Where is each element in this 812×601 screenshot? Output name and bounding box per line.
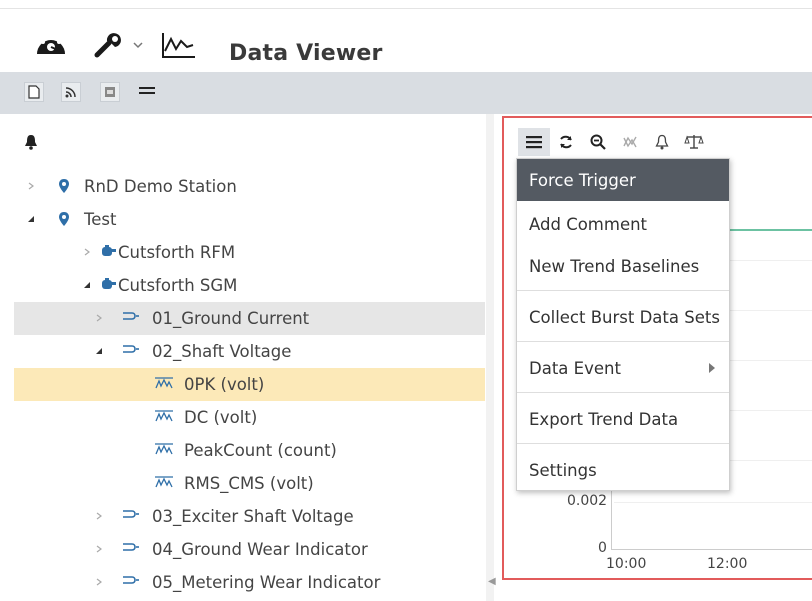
wrench-icon[interactable] <box>93 30 123 60</box>
tree-item-label: 02_Shaft Voltage <box>152 342 292 361</box>
expanded-arrow-icon[interactable] <box>26 214 36 224</box>
submenu-arrow-icon <box>709 363 715 373</box>
menu-item-force-trigger[interactable]: Force Trigger <box>517 159 729 201</box>
menu-item-label: Export Trend Data <box>529 409 679 429</box>
expanded-arrow-icon[interactable] <box>94 346 104 356</box>
collapsed-arrow-icon[interactable] <box>94 577 104 587</box>
menu-item-collect-burst-data-sets[interactable]: Collect Burst Data Sets <box>517 296 729 338</box>
tree-item[interactable]: Cutsforth SGM <box>14 269 485 302</box>
tree-item-label: Test <box>84 210 117 229</box>
channel-icon <box>122 574 140 586</box>
bell-icon[interactable] <box>24 134 38 154</box>
rss-feed-icon[interactable] <box>61 82 81 102</box>
menu-item-data-event[interactable]: Data Event <box>517 347 729 389</box>
zoom-out-icon[interactable] <box>582 128 614 156</box>
device-icon <box>100 244 118 258</box>
location-pin-icon <box>58 178 70 194</box>
tree-item[interactable]: 05_Metering Wear Indicator <box>14 566 485 599</box>
tree-item-label: 03_Exciter Shaft Voltage <box>152 507 354 526</box>
tree-item-label: 0PK (volt) <box>184 375 265 394</box>
scroll-left-arrow[interactable]: ◀ <box>488 576 496 587</box>
collapsed-arrow-icon[interactable] <box>94 313 104 323</box>
tree-item-label: DC (volt) <box>184 408 258 427</box>
tree-item-label: 01_Ground Current <box>152 309 310 328</box>
page-title: Data Viewer <box>229 41 383 66</box>
tree-item-label: PeakCount (count) <box>184 441 337 460</box>
channel-icon <box>122 310 140 322</box>
tree-item[interactable]: RMS_CMS (volt) <box>14 467 485 500</box>
chart-context-menu: Force Trigger Add Comment New Trend Base… <box>516 158 730 491</box>
measurement-icon <box>154 475 174 489</box>
expanded-arrow-icon[interactable] <box>82 280 92 290</box>
menu-separator <box>517 290 729 291</box>
menu-item-label: New Trend Baselines <box>529 256 700 276</box>
panel-icon[interactable] <box>100 82 120 102</box>
channel-icon <box>122 541 140 553</box>
trend-series-line <box>730 229 812 231</box>
menu-item-label: Collect Burst Data Sets <box>529 307 720 327</box>
menu-item-label: Data Event <box>529 358 621 378</box>
tree-item[interactable]: 01_Ground Current <box>14 302 485 335</box>
tree-item-label: Cutsforth RFM <box>118 243 236 262</box>
chart-x-axis <box>611 549 812 550</box>
measurement-icon <box>154 442 174 456</box>
scale-icon[interactable] <box>678 128 710 156</box>
tree-item[interactable]: 03_Exciter Shaft Voltage <box>14 500 485 533</box>
tree-item[interactable]: RnD Demo Station <box>14 170 485 203</box>
tree-item-label: Cutsforth SGM <box>118 276 238 295</box>
refresh-icon[interactable] <box>550 128 582 156</box>
channel-icon <box>122 508 140 520</box>
collapsed-arrow-icon[interactable] <box>94 511 104 521</box>
menu-item-label: Force Trigger <box>529 170 636 190</box>
trend-chart-icon[interactable] <box>161 30 197 60</box>
measurement-icon <box>154 376 174 390</box>
y-tick-label: 0 <box>598 540 607 556</box>
tree-item[interactable]: 0PK (volt) <box>14 368 485 401</box>
app-header: Data Viewer <box>0 16 812 70</box>
tree-item[interactable]: 04_Ground Wear Indicator <box>14 533 485 566</box>
menu-separator <box>517 392 729 393</box>
menu-item-export-trend-data[interactable]: Export Trend Data <box>517 398 729 440</box>
menu-item-label: Add Comment <box>529 214 648 234</box>
hamburger-menu-icon[interactable] <box>137 82 157 102</box>
device-icon <box>100 277 118 291</box>
bell-outline-icon[interactable] <box>646 128 678 156</box>
tree-item-label: 05_Metering Wear Indicator <box>152 573 381 592</box>
collapsed-arrow-icon[interactable] <box>82 247 92 257</box>
chart-gridline <box>614 502 812 503</box>
y-tick-label: 0.002 <box>567 493 608 509</box>
compare-icon[interactable] <box>614 128 646 156</box>
x-tick-label: 12:00 <box>707 556 748 572</box>
tree-item[interactable]: Cutsforth RFM <box>14 236 485 269</box>
channel-icon <box>122 343 140 355</box>
tree-item[interactable]: 02_Shaft Voltage <box>14 335 485 368</box>
new-page-icon[interactable] <box>24 82 44 102</box>
location-pin-icon <box>58 211 70 227</box>
menu-separator <box>517 443 729 444</box>
menu-icon[interactable] <box>518 128 550 156</box>
tree-scrollbar[interactable] <box>486 114 494 601</box>
dashboard-icon[interactable] <box>34 30 68 60</box>
menu-item-add-comment[interactable]: Add Comment <box>517 203 729 245</box>
chart-toolbar <box>518 128 710 156</box>
tree-item-label: RnD Demo Station <box>84 177 237 196</box>
tree-item-label: 04_Ground Wear Indicator <box>152 540 368 559</box>
collapsed-arrow-icon[interactable] <box>94 544 104 554</box>
tree-item[interactable]: Test <box>14 203 485 236</box>
top-divider <box>0 8 812 9</box>
x-tick-label: 10:00 <box>606 556 647 572</box>
measurement-icon <box>154 409 174 423</box>
tree-item[interactable]: DC (volt) <box>14 401 485 434</box>
collapsed-arrow-icon[interactable] <box>26 181 36 191</box>
chevron-down-icon[interactable] <box>133 30 143 60</box>
tree-item-label: RMS_CMS (volt) <box>184 474 314 493</box>
tree-item[interactable]: PeakCount (count) <box>14 434 485 467</box>
main-toolbar <box>0 72 812 114</box>
menu-separator <box>517 341 729 342</box>
menu-item-label: Settings <box>529 460 597 480</box>
menu-item-new-trend-baselines[interactable]: New Trend Baselines <box>517 245 729 287</box>
menu-item-settings[interactable]: Settings <box>517 449 729 491</box>
